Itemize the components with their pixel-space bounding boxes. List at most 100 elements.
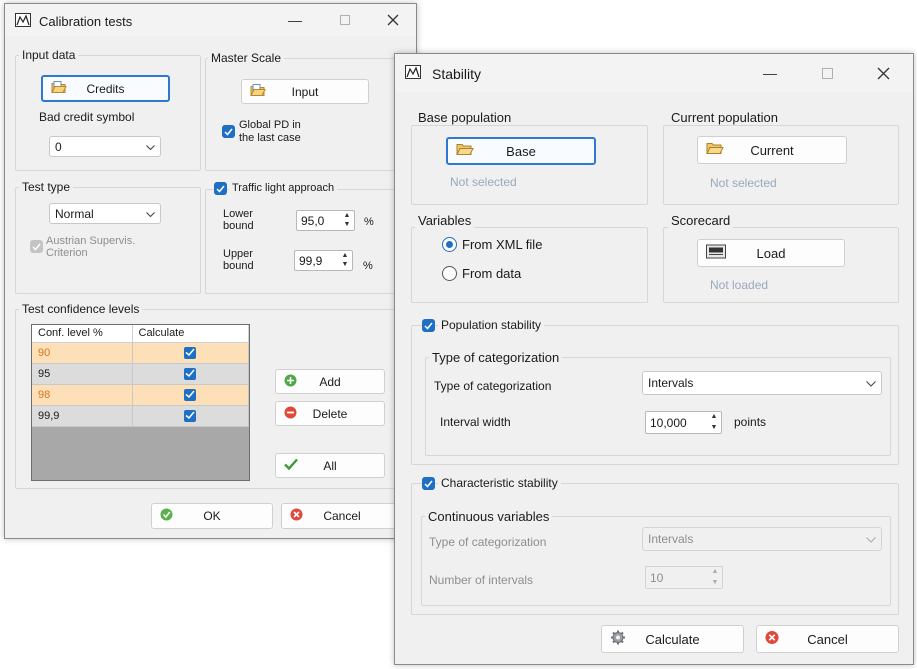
ok-button[interactable]: OK bbox=[151, 503, 273, 529]
gear-icon bbox=[610, 630, 626, 649]
chevron-down-icon bbox=[866, 532, 876, 546]
test-type-label: Test type bbox=[19, 180, 74, 194]
lower-bound-unit: % bbox=[364, 216, 374, 228]
spin-up-icon[interactable]: ▲ bbox=[344, 212, 351, 220]
cancel-button-label: Cancel bbox=[323, 509, 361, 523]
characteristic-stability-checkbox[interactable] bbox=[422, 477, 435, 490]
credits-button-label: Credits bbox=[86, 81, 125, 96]
table-row[interactable]: 99,9 bbox=[32, 405, 249, 427]
bad-credit-value: 0 bbox=[55, 139, 62, 154]
close-button[interactable] bbox=[873, 63, 893, 83]
load-button[interactable]: Load bbox=[697, 239, 845, 267]
characteristic-stability-label: Characteristic stability bbox=[438, 476, 561, 490]
spin-up-icon[interactable]: ▲ bbox=[342, 252, 349, 260]
confidence-table[interactable]: Conf. level % Calculate 90 95 98 99,9 bbox=[31, 324, 250, 481]
calculate-button[interactable]: Calculate bbox=[601, 625, 744, 653]
scorecard-icon bbox=[706, 244, 726, 262]
ok-check-icon bbox=[160, 508, 173, 524]
lower-bound-value: 95,0 bbox=[301, 213, 325, 228]
austrian-criterion-label-2: Criterion bbox=[46, 247, 88, 259]
master-scale-label: Master Scale bbox=[208, 51, 285, 65]
stability-titlebar: Stability — bbox=[395, 54, 913, 92]
from-data-radio[interactable] bbox=[442, 266, 457, 281]
calculate-checkbox[interactable] bbox=[184, 346, 197, 359]
scorecard-status: Not loaded bbox=[710, 278, 769, 292]
austrian-criterion-checkbox[interactable] bbox=[30, 240, 43, 253]
spin-down-icon[interactable]: ▼ bbox=[344, 221, 351, 229]
conf-level-cell[interactable]: 99,9 bbox=[32, 405, 133, 427]
delete-button[interactable]: Delete bbox=[275, 401, 385, 426]
char-type-value: Intervals bbox=[648, 532, 694, 546]
pop-type-value: Intervals bbox=[648, 376, 694, 390]
interval-width-label: Interval width bbox=[440, 415, 511, 429]
credits-button[interactable]: Credits bbox=[41, 75, 170, 102]
cancel-button[interactable]: Cancel bbox=[281, 503, 403, 529]
variables-label: Variables bbox=[415, 213, 475, 228]
maximize-button[interactable] bbox=[335, 10, 355, 30]
pop-type-select[interactable]: Intervals bbox=[642, 371, 882, 395]
app-logo-icon bbox=[405, 65, 421, 79]
spin-down-icon[interactable]: ▼ bbox=[342, 261, 349, 269]
interval-width-stepper[interactable]: 10,000 ▲ ▼ bbox=[645, 411, 722, 434]
calculate-checkbox[interactable] bbox=[184, 367, 197, 380]
conf-level-cell[interactable]: 95 bbox=[32, 363, 133, 385]
from-xml-radio[interactable] bbox=[442, 237, 457, 252]
minimize-button[interactable]: — bbox=[285, 10, 305, 30]
cancel-x-icon bbox=[765, 631, 779, 648]
current-population-label: Current population bbox=[668, 110, 781, 125]
spin-down-icon[interactable]: ▼ bbox=[712, 579, 719, 587]
scorecard-label: Scorecard bbox=[668, 213, 734, 228]
stability-cancel-button-label: Cancel bbox=[807, 631, 848, 647]
close-button[interactable] bbox=[383, 10, 403, 30]
traffic-light-checkbox[interactable] bbox=[214, 182, 227, 195]
austrian-criterion-label-1: Austrian Supervis. bbox=[46, 235, 136, 247]
global-pd-checkbox[interactable] bbox=[222, 125, 235, 138]
upper-bound-stepper[interactable]: 99,9 ▲ ▼ bbox=[294, 250, 353, 271]
lower-bound-stepper[interactable]: 95,0 ▲ ▼ bbox=[296, 210, 355, 231]
spin-up-icon[interactable]: ▲ bbox=[711, 413, 718, 421]
population-stability-checkbox[interactable] bbox=[422, 319, 435, 332]
add-button[interactable]: Add bbox=[275, 369, 385, 394]
delete-button-label: Delete bbox=[312, 406, 348, 421]
maximize-button[interactable] bbox=[817, 63, 837, 83]
add-button-label: Add bbox=[319, 374, 341, 389]
master-input-button[interactable]: Input bbox=[241, 79, 369, 104]
all-button[interactable]: All bbox=[275, 453, 385, 478]
table-row[interactable]: 90 bbox=[32, 342, 249, 364]
traffic-light-label: Traffic light approach bbox=[229, 182, 338, 194]
current-button[interactable]: Current bbox=[697, 136, 847, 164]
upper-bound-label-2: bound bbox=[223, 260, 254, 272]
open-folder-icon bbox=[706, 142, 724, 159]
spin-up-icon[interactable]: ▲ bbox=[712, 568, 719, 576]
lower-bound-label-2: bound bbox=[223, 220, 254, 232]
chevron-down-icon bbox=[146, 207, 155, 221]
base-button-label: Base bbox=[506, 143, 536, 159]
chevron-down-icon bbox=[866, 376, 876, 390]
cancel-x-icon bbox=[290, 508, 303, 524]
checkmark-icon bbox=[284, 458, 298, 473]
number-intervals-stepper[interactable]: 10 ▲ ▼ bbox=[645, 566, 723, 589]
char-type-select[interactable]: Intervals bbox=[642, 527, 882, 551]
bad-credit-select[interactable]: 0 bbox=[49, 136, 161, 157]
calculate-checkbox[interactable] bbox=[184, 388, 197, 401]
minimize-button[interactable]: — bbox=[760, 63, 780, 83]
test-type-value: Normal bbox=[55, 206, 94, 221]
base-button[interactable]: Base bbox=[446, 137, 596, 165]
table-row[interactable]: 95 bbox=[32, 363, 249, 385]
test-type-select[interactable]: Normal bbox=[49, 203, 161, 224]
stability-cancel-button[interactable]: Cancel bbox=[756, 625, 899, 653]
conf-level-cell[interactable]: 98 bbox=[32, 384, 133, 406]
col-conf-level[interactable]: Conf. level % bbox=[32, 325, 133, 343]
table-row[interactable]: 98 bbox=[32, 384, 249, 406]
master-scale-group bbox=[205, 58, 403, 171]
load-button-label: Load bbox=[756, 245, 786, 261]
char-type-label: Type of categorization bbox=[429, 535, 547, 549]
spin-down-icon[interactable]: ▼ bbox=[711, 424, 718, 432]
calculate-checkbox[interactable] bbox=[184, 409, 197, 422]
pop-type-label: Type of categorization bbox=[434, 379, 552, 393]
window-title: Calibration tests bbox=[39, 14, 133, 29]
minus-circle-icon bbox=[284, 406, 297, 422]
conf-level-cell[interactable]: 90 bbox=[32, 342, 133, 364]
population-stability-label: Population stability bbox=[438, 318, 545, 332]
col-calculate[interactable]: Calculate bbox=[132, 325, 249, 343]
